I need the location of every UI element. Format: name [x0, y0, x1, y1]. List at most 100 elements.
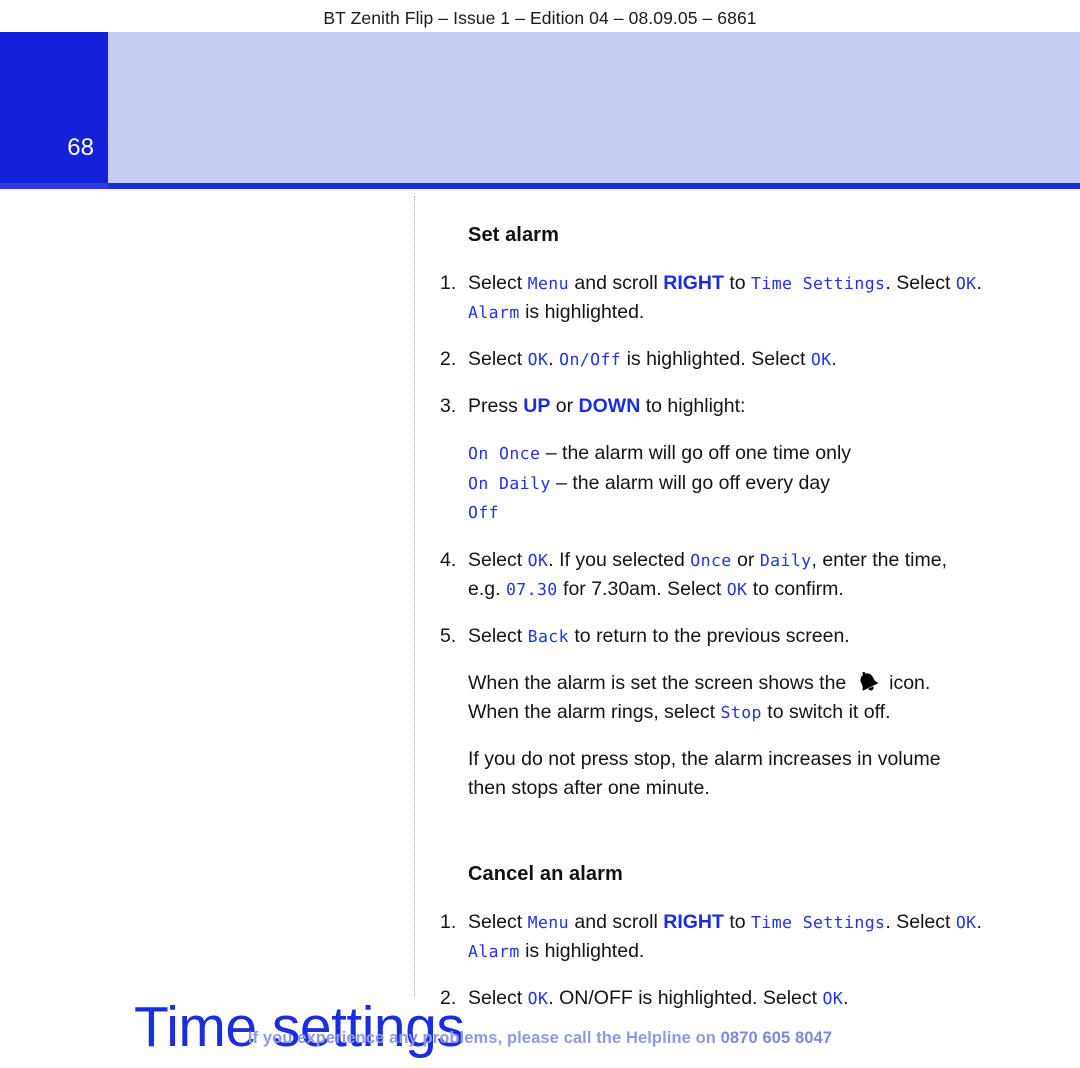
- paragraph-text: When the alarm is set the screen shows t…: [468, 671, 852, 694]
- key-label-down: DOWN: [578, 395, 641, 417]
- lcd-term-ok: OK: [726, 579, 748, 599]
- page-number: 68: [67, 134, 94, 161]
- helpline-footer: If you experience any problems, please c…: [0, 1029, 1080, 1048]
- step-marker: 3.: [440, 395, 457, 417]
- content-column: Set alarm 1. Select Menu and scroll RIGH…: [440, 224, 1028, 1031]
- step-text: . Select: [885, 910, 956, 933]
- title-band: [0, 32, 1080, 189]
- lcd-option-on-daily: On Daily: [468, 473, 551, 493]
- lcd-term-alarm: Alarm: [468, 303, 520, 322]
- step-text: Select: [468, 272, 528, 294]
- step-text: and scroll: [568, 272, 664, 294]
- lcd-term-alarm: Alarm: [468, 941, 520, 961]
- paragraph-text: then stops after one minute.: [468, 776, 710, 799]
- step-marker: 5.: [440, 624, 457, 647]
- lcd-term-ok: OK: [810, 350, 832, 369]
- step-text: or: [550, 395, 579, 417]
- step-text: .: [831, 348, 837, 370]
- paragraph-text: When the alarm rings, select: [468, 700, 721, 723]
- step-item: 5. Select Back to return to the previous…: [440, 622, 1028, 651]
- lcd-term-ok: OK: [527, 988, 549, 1008]
- lcd-term-ok: OK: [527, 550, 549, 570]
- step-item: 1. Select Menu and scroll RIGHT to Time …: [440, 908, 1028, 966]
- step-text: to highlight:: [640, 395, 746, 417]
- alarm-option-list: On Once – the alarm will go off one time…: [468, 439, 1028, 528]
- alarm-bell-icon: [855, 671, 881, 693]
- step-text: is highlighted.: [519, 939, 645, 962]
- step-item: 1. Select Menu and scroll RIGHT to Time …: [440, 269, 1028, 327]
- section-heading-cancel-alarm: Cancel an alarm: [468, 862, 623, 885]
- step-marker: 1.: [440, 272, 457, 294]
- paragraph-text: to switch it off.: [761, 700, 891, 723]
- step-text: e.g.: [468, 577, 506, 600]
- step-text: .: [976, 910, 982, 933]
- step-text: . ON/OFF is highlighted. Select: [548, 986, 823, 1009]
- step-text: .: [976, 272, 982, 294]
- step-text: Select: [468, 348, 528, 370]
- step-item: 3. Press UP or DOWN to highlight:: [440, 392, 1028, 421]
- step-text: to: [723, 910, 752, 933]
- step-text: for 7.30am. Select: [557, 577, 727, 600]
- step-text: , enter the time,: [811, 548, 947, 571]
- key-label-right: RIGHT: [663, 272, 724, 294]
- step-body: Select OK. ON/OFF is highlighted. Select…: [468, 984, 1028, 1013]
- step-text: Select: [468, 548, 528, 571]
- lcd-term-once: Once: [690, 550, 732, 570]
- key-label-right: RIGHT: [663, 910, 724, 933]
- step-text: is highlighted. Select: [621, 348, 811, 370]
- step-body: Select Menu and scroll RIGHT to Time Set…: [468, 269, 1028, 327]
- page-number-block: 68: [0, 32, 108, 189]
- step-text: to return to the previous screen.: [568, 624, 850, 647]
- step-text: .: [843, 986, 849, 1009]
- lcd-term-ok: OK: [955, 912, 977, 932]
- lcd-term-on-off: On/Off: [559, 350, 622, 369]
- step-marker: 4.: [440, 548, 457, 571]
- step-item: 4. Select OK. If you selected Once or Da…: [440, 546, 1028, 604]
- step-text: Press: [468, 395, 524, 417]
- step-text: to confirm.: [747, 577, 844, 600]
- step-text: . Select: [885, 272, 956, 294]
- lcd-option-off: Off: [468, 503, 500, 522]
- step-text: Select: [468, 624, 528, 647]
- step-text: and scroll: [568, 910, 664, 933]
- helpline-phone-number: 0870 605 8047: [720, 1029, 833, 1047]
- option-description: – the alarm will go off one time only: [540, 442, 852, 464]
- step-marker: 2.: [440, 348, 457, 370]
- lcd-term-ok: OK: [955, 274, 977, 293]
- lcd-term-daily: Daily: [759, 550, 812, 570]
- alarm-volume-paragraph: If you do not press stop, the alarm incr…: [468, 745, 1028, 803]
- step-body: Select OK. If you selected Once or Daily…: [468, 546, 1028, 604]
- paragraph-text: icon.: [883, 671, 931, 694]
- alarm-icon-paragraph: When the alarm is set the screen shows t…: [468, 669, 1028, 727]
- lcd-term-time-settings: Time Settings: [751, 912, 886, 932]
- step-body: Select Back to return to the previous sc…: [468, 622, 1028, 651]
- lcd-term-stop: Stop: [720, 702, 762, 722]
- step-text: to: [723, 272, 752, 294]
- step-text: Select: [468, 986, 528, 1009]
- lcd-term-back: Back: [527, 626, 569, 646]
- footer-text: If you experience any problems, please c…: [247, 1029, 721, 1047]
- step-item: 2. Select OK. ON/OFF is highlighted. Sel…: [440, 984, 1028, 1013]
- vertical-dotted-rule: [414, 196, 415, 996]
- section-heading-set-alarm: Set alarm: [468, 224, 559, 246]
- step-text: or: [731, 548, 760, 571]
- step-marker: 2.: [440, 986, 457, 1009]
- lcd-option-on-once: On Once: [468, 444, 541, 463]
- lcd-term-ok: OK: [822, 988, 844, 1008]
- lcd-term-menu: Menu: [527, 912, 569, 932]
- step-text: .: [548, 348, 560, 370]
- paragraph-text: If you do not press stop, the alarm incr…: [468, 747, 941, 770]
- step-body: Select OK. On/Off is highlighted. Select…: [468, 345, 1028, 374]
- key-label-up: UP: [523, 395, 551, 417]
- running-header: BT Zenith Flip – Issue 1 – Edition 04 – …: [323, 8, 757, 28]
- lcd-term-ok: OK: [527, 350, 549, 369]
- lcd-term-menu: Menu: [527, 274, 569, 293]
- step-body: Select Menu and scroll RIGHT to Time Set…: [468, 908, 1028, 966]
- lcd-term-time-value: 07.30: [505, 579, 558, 599]
- step-text: is highlighted.: [519, 301, 645, 323]
- lcd-term-time-settings: Time Settings: [751, 274, 886, 293]
- option-description: – the alarm will go off every day: [550, 471, 830, 494]
- step-item: 2. Select OK. On/Off is highlighted. Sel…: [440, 345, 1028, 374]
- step-text: . If you selected: [548, 548, 691, 571]
- step-body: Press UP or DOWN to highlight:: [468, 392, 1028, 421]
